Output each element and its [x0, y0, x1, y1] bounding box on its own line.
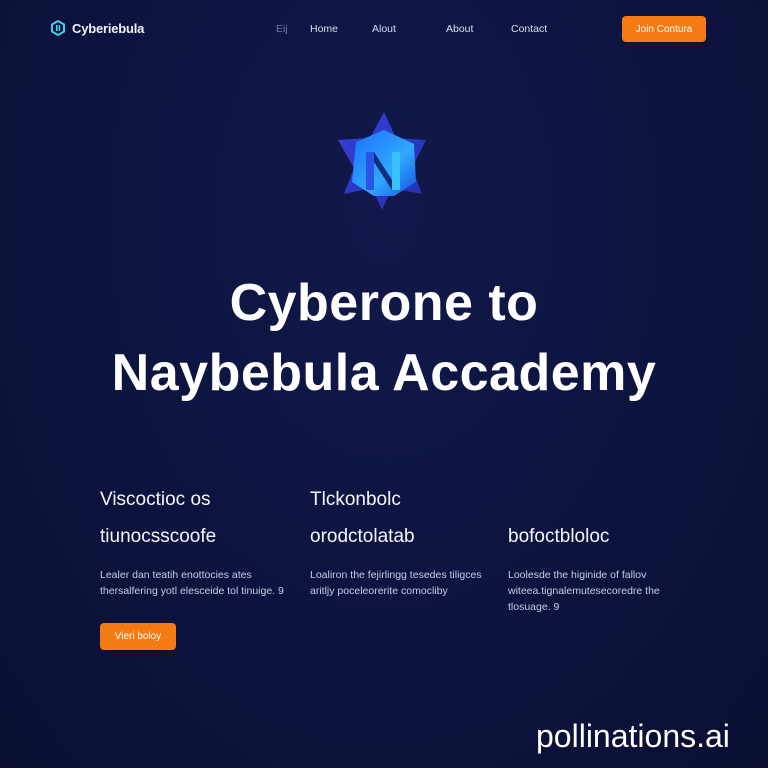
watermark: pollinations.ai: [536, 718, 730, 754]
feature-column-2: Tlckonbolc orodctolatab Loaliron the fej…: [310, 486, 500, 599]
brand[interactable]: Cyberiebula: [50, 20, 144, 36]
feature-subheading: tiunocsscoofe: [100, 526, 217, 547]
feature-description: Loaliron the fejirlingg tesedes tiligces…: [310, 569, 482, 597]
feature-subheading: bofoctbloloc: [508, 526, 610, 547]
top-navigation: Cyberiebula Eij Home Alout About Contact…: [0, 0, 768, 60]
feature-heading: Viscoctioc os: [100, 489, 211, 510]
brand-name: Cyberiebula: [72, 20, 145, 36]
hero-title: Cyberone to Naybebula Accademy: [0, 268, 768, 408]
feature-column-3: bofoctbloloc Loolesde the higinide of fa…: [508, 523, 698, 615]
hero-title-line-2: Naybebula Accademy: [111, 344, 657, 402]
feature-column-1: Viscoctioc os tiunocsscoofe Lealer dan t…: [100, 486, 290, 599]
hero-title-line-1: Cyberone to: [229, 274, 539, 332]
feature-description: Loolesde the higinide of fallov witeea.t…: [508, 569, 660, 613]
view-button[interactable]: Vieri boloy: [100, 623, 176, 650]
star-crystal-logo-icon: [338, 112, 426, 210]
hexagon-logo-icon: [51, 20, 65, 36]
feature-description: Lealer dan teatih enottocies ates thersa…: [100, 569, 284, 597]
nav-link-home[interactable]: Home: [310, 23, 338, 35]
feature-subheading: orodctolatab: [310, 526, 415, 547]
nav-link-alout[interactable]: Alout: [372, 23, 396, 35]
nav-link-about[interactable]: About: [446, 23, 473, 35]
nav-link-eij[interactable]: Eij: [276, 23, 288, 35]
join-button[interactable]: Join Contura: [622, 16, 706, 42]
feature-heading: Tlckonbolc: [310, 489, 401, 510]
nav-link-contact[interactable]: Contact: [511, 23, 547, 35]
